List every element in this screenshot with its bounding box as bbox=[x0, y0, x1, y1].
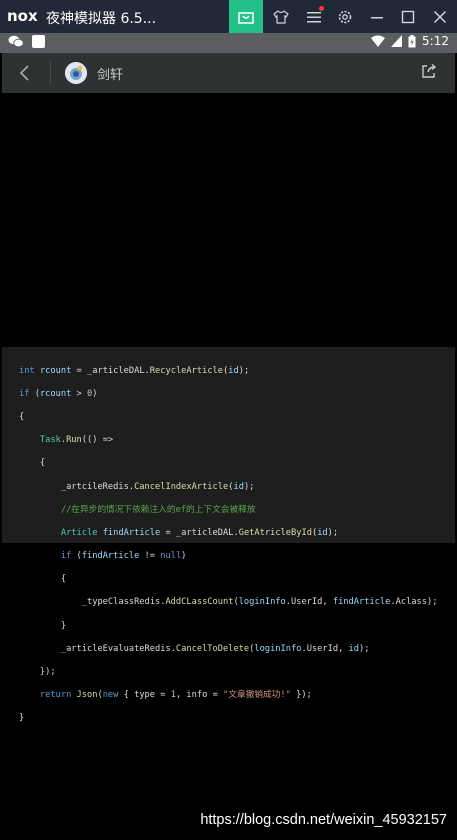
header-divider bbox=[50, 61, 51, 85]
signal-icon bbox=[391, 35, 403, 47]
wechat-icon bbox=[8, 35, 24, 48]
code-line: { bbox=[19, 458, 46, 469]
window-title: 夜神模拟器 6.5... bbox=[46, 11, 157, 27]
share-icon bbox=[422, 63, 437, 78]
clock: 5:12 bbox=[422, 34, 449, 48]
store-button[interactable] bbox=[229, 0, 263, 33]
code-line: }); bbox=[19, 667, 56, 678]
minimize-icon bbox=[371, 16, 383, 18]
menu-button[interactable] bbox=[297, 0, 331, 33]
avatar-image bbox=[65, 62, 87, 84]
share-button[interactable] bbox=[421, 63, 437, 83]
code-line: if (rcount > 0) bbox=[19, 388, 98, 399]
code-line: int rcount = _articleDAL.RecycleArticle(… bbox=[19, 365, 250, 376]
code-line: Task.Run(() => bbox=[39, 435, 114, 446]
settings-icon bbox=[338, 10, 352, 23]
code-listing: int rcount = _articleDAL.RecycleArticle(… bbox=[19, 354, 437, 748]
svg-text:nox: nox bbox=[7, 7, 38, 25]
maximize-button[interactable] bbox=[391, 0, 425, 33]
avatar[interactable] bbox=[65, 62, 87, 84]
emulator-title-bar: nox 夜神模拟器 6.5... bbox=[0, 0, 457, 33]
chat-header: 剑轩 bbox=[2, 53, 455, 93]
maximize-icon bbox=[401, 10, 415, 23]
settings-button[interactable] bbox=[328, 0, 362, 33]
code-line: _articleEvaluateRedis.CancelToDelete(log… bbox=[19, 643, 370, 654]
code-line: _artcileRedis.CancelIndexArticle(id); bbox=[19, 481, 255, 492]
store-icon bbox=[238, 11, 254, 24]
battery-icon bbox=[408, 34, 416, 47]
theme-button[interactable] bbox=[264, 0, 298, 33]
minimize-button[interactable] bbox=[360, 0, 394, 33]
code-line: { bbox=[19, 411, 25, 422]
notification-dot bbox=[319, 6, 324, 11]
code-line: _typeClassRedis.AddCLassCount(loginInfo.… bbox=[19, 597, 438, 608]
back-button[interactable] bbox=[18, 53, 30, 93]
chevron-left-icon bbox=[19, 65, 29, 81]
code-line: return Json(new { type = 1, info = "文章撤销… bbox=[39, 690, 312, 701]
nox-logo: nox bbox=[7, 7, 38, 25]
watermark-url: https://blog.csdn.net/weixin_45932157 bbox=[200, 812, 447, 828]
android-status-bar: 5:12 bbox=[0, 33, 457, 53]
close-button[interactable] bbox=[423, 0, 457, 33]
app-square-icon bbox=[32, 35, 45, 48]
code-line: { bbox=[19, 574, 67, 585]
code-screenshot-image[interactable]: int rcount = _articleDAL.RecycleArticle(… bbox=[2, 347, 455, 723]
chat-contact-name: 剑轩 bbox=[97, 68, 124, 83]
menu-icon bbox=[307, 11, 321, 22]
wifi-icon bbox=[371, 35, 386, 47]
code-line: Article findArticle = _articleDAL.GetAtr… bbox=[60, 527, 339, 538]
code-line: } bbox=[19, 713, 25, 724]
close-icon bbox=[433, 10, 447, 23]
code-line: if (findArticle != null) bbox=[60, 551, 187, 562]
shirt-icon bbox=[273, 9, 289, 24]
code-line: //在异步的情况下依赖注入的ef的上下文会被释放 bbox=[19, 504, 256, 515]
code-line: } bbox=[19, 620, 67, 631]
